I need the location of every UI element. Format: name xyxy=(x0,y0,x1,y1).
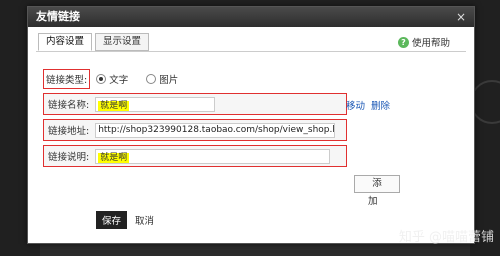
close-icon[interactable]: × xyxy=(456,7,466,27)
help-label: 使用帮助 xyxy=(411,38,450,49)
link-desc-value: 就是啊 xyxy=(98,152,130,163)
link-url-label: 链接地址: xyxy=(48,126,90,137)
link-url-input[interactable]: http://shop323990128.taobao.com/shop/vie… xyxy=(95,122,336,138)
link-name-input[interactable]: 就是啊 xyxy=(95,96,216,112)
link-name-label: 链接名称: xyxy=(48,100,90,111)
radio-dot-checked xyxy=(96,74,107,84)
radio-image[interactable]: 图片 xyxy=(146,72,178,86)
help-icon: ? xyxy=(397,36,409,48)
link-type-row: 链接类型: 文字 图片 xyxy=(43,69,178,89)
help-link[interactable]: ? 使用帮助 xyxy=(397,35,450,49)
radio-text-label: 文字 xyxy=(109,75,129,86)
radio-text[interactable]: 文字 xyxy=(96,72,128,86)
link-type-label: 链接类型: xyxy=(43,69,91,89)
tab-bar: 内容设置 显示设置 xyxy=(38,33,150,51)
link-desc-input[interactable]: 就是啊 xyxy=(95,148,331,164)
move-link[interactable]: 移动 xyxy=(346,98,365,112)
radio-image-label: 图片 xyxy=(159,75,179,86)
delete-link[interactable]: 删除 xyxy=(371,98,390,112)
dialog-titlebar: 友情链接 × xyxy=(28,7,474,27)
link-url-row: 链接地址: http://shop323990128.taobao.com/sh… xyxy=(43,119,347,141)
friend-links-dialog: 友情链接 × 内容设置 显示设置 ? 使用帮助 链接类型: 文字 图片 链接名称… xyxy=(27,6,475,244)
add-button-text-2: 加 xyxy=(368,196,378,207)
watermark: 知乎 @喵喵蕾铺 xyxy=(398,230,494,245)
save-button[interactable]: 保存 xyxy=(96,211,128,229)
tab-display-settings[interactable]: 显示设置 xyxy=(95,33,150,51)
add-button[interactable]: 添 xyxy=(354,175,400,193)
link-desc-label: 链接说明: xyxy=(48,152,90,163)
link-name-value: 就是啊 xyxy=(98,100,130,111)
radio-dot-unchecked xyxy=(146,74,157,84)
tab-divider xyxy=(36,51,466,52)
link-desc-row: 链接说明: 就是啊 xyxy=(43,145,347,167)
tab-content-settings[interactable]: 内容设置 xyxy=(38,33,93,51)
cancel-button[interactable]: 取消 xyxy=(135,213,154,227)
link-name-row: 链接名称: 就是啊 xyxy=(43,93,347,115)
row-actions: 移动 删除 xyxy=(346,98,390,112)
dialog-title: 友情链接 xyxy=(36,10,80,23)
